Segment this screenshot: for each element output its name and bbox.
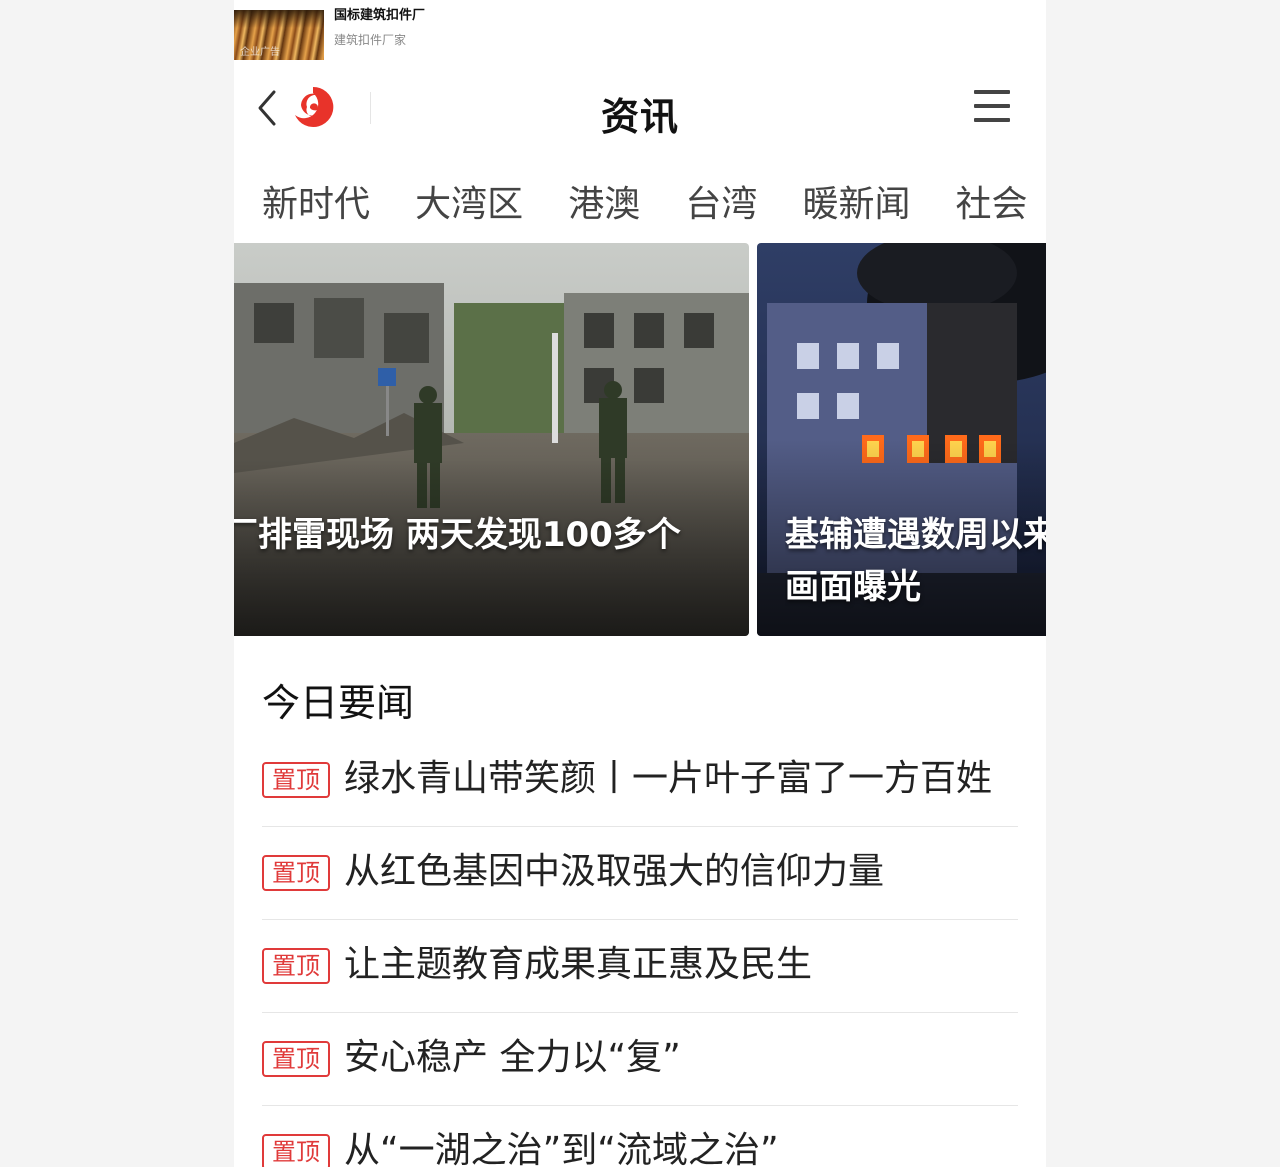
top-header: 资讯	[234, 70, 1046, 150]
menu-bar	[974, 118, 1010, 122]
news-title[interactable]: 从红色基因中汲取强大的信仰力量	[344, 847, 884, 897]
news-title[interactable]: 安心稳产 全力以“复”	[344, 1033, 681, 1083]
menu-bar	[974, 104, 1010, 108]
ad-subtitle: 建筑扣件厂家	[334, 33, 407, 47]
hamburger-menu-icon[interactable]	[974, 90, 1010, 126]
mobile-page: 企业广告 国标建筑扣件厂 建筑扣件厂家 资讯 新时代 大湾区 港澳 台湾 暖新闻…	[234, 0, 1046, 1167]
ad-banner[interactable]: 企业广告 国标建筑扣件厂 建筑扣件厂家	[234, 0, 1046, 62]
ad-title[interactable]: 国标建筑扣件厂	[334, 4, 425, 23]
carousel-slide[interactable]: 厂排雷现场 两天发现100多个	[234, 243, 749, 636]
news-item[interactable]: 置顶 从红色基因中汲取强大的信仰力量	[262, 827, 1018, 920]
headline-carousel[interactable]: 厂排雷现场 两天发现100多个 基辅遭遇数周以来画面曝光	[234, 243, 1046, 636]
pinned-badge: 置顶	[262, 948, 330, 984]
tab-nuanxinwen[interactable]: 暖新闻	[802, 180, 910, 230]
tab-gangao[interactable]: 港澳	[568, 180, 640, 230]
carousel-caption: 基辅遭遇数周以来画面曝光	[785, 515, 1046, 607]
carousel-slide[interactable]: 基辅遭遇数周以来画面曝光	[757, 243, 1046, 636]
news-item[interactable]: 置顶 从“一湖之治”到“流域之治”	[262, 1106, 1018, 1167]
carousel-caption: 厂排雷现场 两天发现100多个	[234, 515, 681, 555]
tab-xinshidai[interactable]: 新时代	[262, 180, 370, 230]
page-title: 资讯	[600, 95, 679, 139]
news-item[interactable]: 置顶 绿水青山带笑颜丨一片叶子富了一方百姓	[262, 734, 1018, 827]
news-item[interactable]: 置顶 安心稳产 全力以“复”	[262, 1013, 1018, 1106]
news-title[interactable]: 从“一湖之治”到“流域之治”	[344, 1126, 779, 1167]
ad-watermark: 企业广告	[240, 47, 280, 58]
tab-taiwan[interactable]: 台湾	[685, 180, 757, 230]
pinned-badge: 置顶	[262, 1134, 330, 1167]
news-title[interactable]: 让主题教育成果真正惠及民生	[344, 940, 812, 990]
pinned-badge: 置顶	[262, 855, 330, 891]
ad-thumbnail[interactable]: 企业广告	[234, 10, 324, 60]
war-ruins-photo	[234, 243, 749, 636]
tab-dawanqu[interactable]: 大湾区	[415, 180, 523, 230]
tab-shehui[interactable]: 社会	[956, 180, 1028, 230]
news-title[interactable]: 绿水青山带笑颜丨一片叶子富了一方百姓	[344, 754, 992, 804]
news-list: 置顶 绿水青山带笑颜丨一片叶子富了一方百姓 置顶 从红色基因中汲取强大的信仰力量…	[262, 734, 1018, 1167]
channel-tabs[interactable]: 新时代 大湾区 港澳 台湾 暖新闻 社会	[262, 180, 1046, 232]
news-item[interactable]: 置顶 让主题教育成果真正惠及民生	[262, 920, 1018, 1013]
section-title: 今日要闻	[262, 681, 415, 725]
pinned-badge: 置顶	[262, 762, 330, 798]
pinned-badge: 置顶	[262, 1041, 330, 1077]
menu-bar	[974, 90, 1010, 94]
